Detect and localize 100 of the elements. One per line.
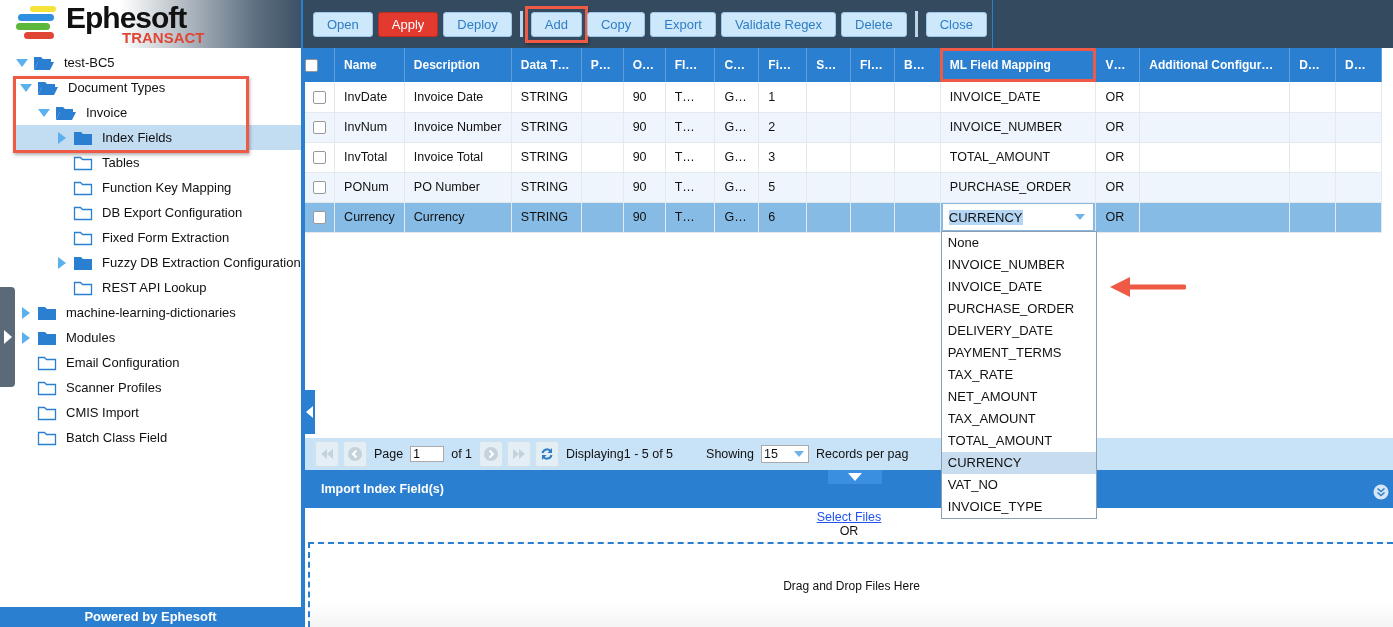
folder-outline-icon <box>37 429 57 446</box>
dropdown-option[interactable]: PAYMENT_TERMS <box>941 341 1096 364</box>
collapsed-triangle-icon[interactable] <box>58 131 66 144</box>
row-checkbox[interactable] <box>313 90 327 104</box>
column-header[interactable]: D… <box>1289 48 1336 82</box>
folder-outline-icon <box>37 354 57 371</box>
toolbar-button[interactable]: Close <box>925 11 987 37</box>
row-checkbox[interactable] <box>313 151 327 165</box>
column-header[interactable]: D… <box>1335 48 1382 82</box>
table-cell: InvNum <box>344 120 388 134</box>
refresh-icon[interactable] <box>535 441 560 467</box>
tree-node[interactable]: Modules <box>16 325 301 350</box>
tree-node[interactable]: REST API Lookup <box>16 275 301 300</box>
open-folder-icon <box>55 104 77 121</box>
expanded-triangle-icon[interactable] <box>38 108 50 117</box>
open-folder-icon <box>33 54 55 71</box>
column-header[interactable]: Fl… <box>850 48 895 82</box>
powered-by-footer: Powered by Ephesoft <box>0 607 301 627</box>
dropdown-option[interactable]: CURRENCY <box>941 451 1096 474</box>
tree-node[interactable]: DB Export Configuration <box>16 200 301 225</box>
tree-node[interactable]: Batch Class Field <box>16 425 301 450</box>
column-header[interactable]: B… <box>894 48 941 82</box>
tree-node-label: Modules <box>66 330 116 345</box>
toolbar-button[interactable]: Add <box>530 11 582 37</box>
drop-zone[interactable]: Drag and Drop Files Here <box>308 542 1393 627</box>
page-input[interactable]: 1 <box>410 446 445 462</box>
table-cell: G… <box>724 150 747 164</box>
toolbar-button[interactable]: Copy <box>586 11 646 37</box>
tree-node[interactable]: Index Fields <box>16 125 301 150</box>
tree-node[interactable]: test-BC5 <box>16 50 301 75</box>
tree-node-label: machine-learning-dictionaries <box>66 305 236 320</box>
column-header[interactable]: ML Field Mapping <box>940 48 1096 82</box>
select-all-checkbox[interactable] <box>305 59 318 73</box>
dropdown-option[interactable]: INVOICE_DATE <box>941 275 1096 298</box>
tree-node[interactable]: Fuzzy DB Extraction Configuration <box>16 250 301 275</box>
dropdown-option[interactable]: PURCHASE_ORDER <box>941 297 1096 320</box>
dropdown-option[interactable]: None <box>941 231 1096 254</box>
toolbar-button[interactable]: Apply <box>377 11 439 37</box>
tree-node[interactable]: Invoice <box>16 100 301 125</box>
tree-node[interactable]: Function Key Mapping <box>16 175 301 200</box>
expanded-triangle-icon[interactable] <box>20 83 32 92</box>
mapping-dropdown[interactable]: CURRENCY <box>941 203 1095 231</box>
row-checkbox[interactable] <box>313 211 327 225</box>
table-cell: 3 <box>768 150 776 164</box>
table-cell: OR <box>1105 150 1125 164</box>
tree-node[interactable]: Fixed Form Extraction <box>16 225 301 250</box>
previous-page-icon[interactable] <box>343 441 367 467</box>
toolbar-button[interactable]: Deploy <box>443 11 512 37</box>
table-cell: T… <box>674 180 695 194</box>
column-header[interactable]: Fl… <box>665 48 715 82</box>
table-cell: G… <box>724 180 747 194</box>
dropdown-option[interactable]: TOTAL_AMOUNT <box>941 429 1096 452</box>
collapse-chevron-icon[interactable] <box>1373 484 1389 500</box>
records-per-page-select[interactable]: 15 <box>761 445 810 463</box>
column-header[interactable]: Name <box>334 48 405 82</box>
dropdown-option[interactable]: NET_AMOUNT <box>941 385 1096 408</box>
dropdown-caret-icon[interactable] <box>1075 214 1086 220</box>
toolbar-button[interactable]: Validate Regex <box>720 11 837 37</box>
column-header[interactable]: Description <box>404 48 512 82</box>
dropdown-caret-icon[interactable] <box>794 451 805 457</box>
tree-node[interactable]: Document Types <box>16 75 301 100</box>
column-header[interactable]: Fi… <box>758 48 807 82</box>
column-header[interactable]: O… <box>623 48 666 82</box>
dropdown-option[interactable]: TAX_RATE <box>941 363 1096 386</box>
next-page-icon[interactable] <box>479 441 504 467</box>
tree-node[interactable]: Email Configuration <box>16 350 301 375</box>
table-cell: G… <box>724 210 747 224</box>
folder-outline-icon <box>37 404 57 421</box>
expand-panel-handle[interactable] <box>0 287 15 387</box>
table-cell: OR <box>1105 210 1125 224</box>
column-header[interactable]: V… <box>1095 48 1140 82</box>
tree-node[interactable]: Tables <box>16 150 301 175</box>
column-header[interactable]: Data T… <box>511 48 582 82</box>
column-header[interactable]: P… <box>581 48 624 82</box>
collapse-tab-icon[interactable] <box>828 470 882 484</box>
dropdown-option[interactable]: DELIVERY_DATE <box>941 319 1096 342</box>
collapsed-triangle-icon[interactable] <box>22 331 30 344</box>
tree-node[interactable]: Scanner Profiles <box>16 375 301 400</box>
row-checkbox[interactable] <box>313 121 327 135</box>
tree-node[interactable]: CMIS Import <box>16 400 301 425</box>
expanded-triangle-icon[interactable] <box>16 58 28 67</box>
row-checkbox[interactable] <box>313 181 327 195</box>
first-page-icon[interactable] <box>315 441 339 467</box>
collapse-panel-handle[interactable] <box>303 390 315 434</box>
column-header[interactable]: S… <box>806 48 851 82</box>
dropdown-option[interactable]: INVOICE_NUMBER <box>941 253 1096 276</box>
tree-node[interactable]: machine-learning-dictionaries <box>16 300 301 325</box>
collapsed-triangle-icon[interactable] <box>58 256 66 269</box>
collapsed-triangle-icon[interactable] <box>22 306 30 319</box>
dropdown-option[interactable]: VAT_NO <box>941 473 1096 496</box>
toolbar-button[interactable]: Delete <box>841 11 907 37</box>
select-files-link[interactable]: Select Files <box>816 510 882 524</box>
dropdown-option[interactable]: TAX_AMOUNT <box>941 407 1096 430</box>
column-header[interactable]: Additional Configur… <box>1139 48 1290 82</box>
dropdown-option[interactable]: INVOICE_TYPE <box>941 495 1096 518</box>
table-cell: PURCHASE_ORDER <box>949 180 1072 194</box>
tree-node-label: Index Fields <box>102 130 173 145</box>
table-cell: PONum <box>344 180 389 194</box>
table-cell: OR <box>1105 89 1125 104</box>
column-header[interactable]: C… <box>714 48 759 82</box>
